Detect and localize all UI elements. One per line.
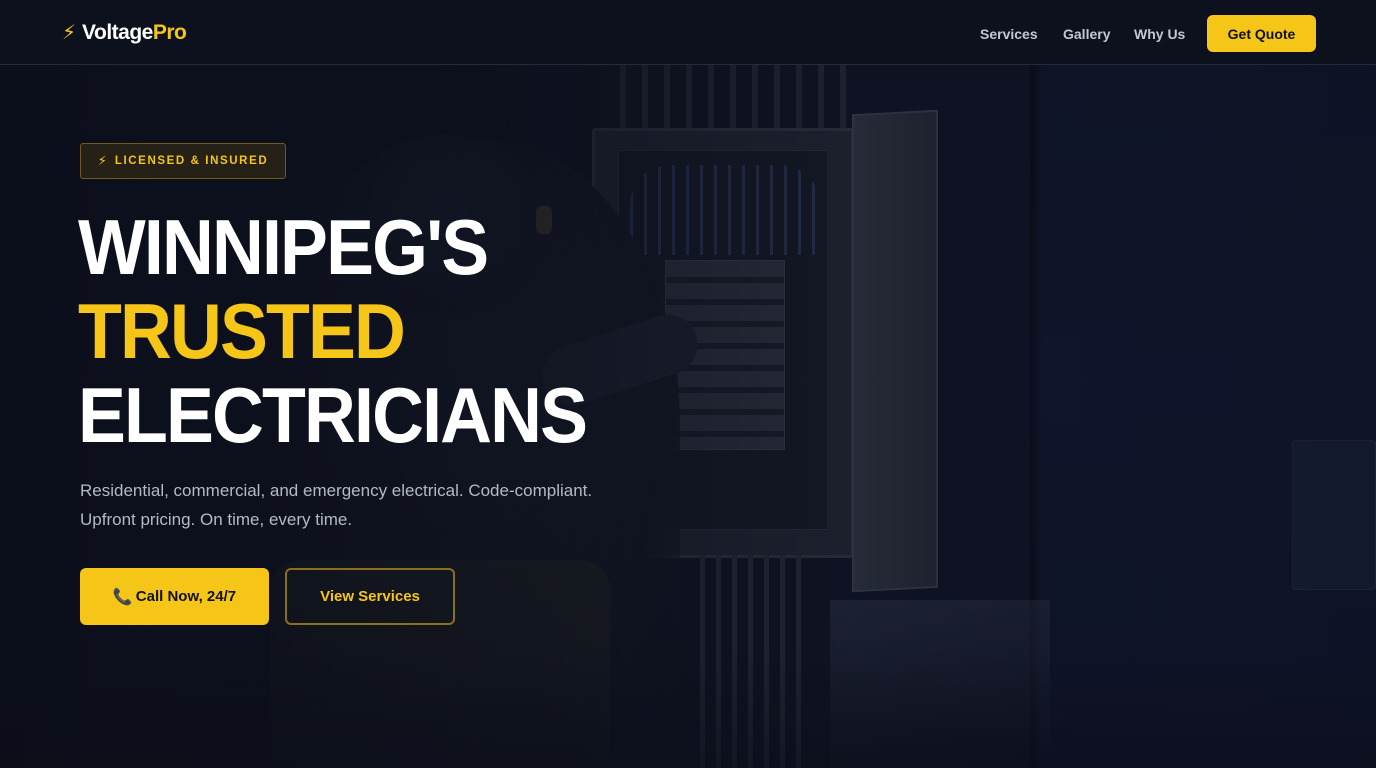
headline-line-1: WINNIPEG'S: [78, 203, 489, 291]
nav-link-why-us[interactable]: Why Us: [1134, 24, 1185, 44]
get-quote-button[interactable]: Get Quote: [1207, 15, 1316, 52]
call-now-label: Call Now, 24/7: [135, 588, 237, 605]
call-now-button[interactable]: 📞 Call Now, 24/7: [80, 568, 269, 625]
badge-label: LICENSED & INSURED: [114, 155, 269, 167]
view-services-button[interactable]: View Services: [285, 568, 455, 625]
brand-name-part1: Voltage: [82, 21, 153, 44]
top-navbar: ⚡ Voltage Pro Services Gallery Why Us Ge…: [0, 0, 1376, 65]
brand-name-part2: Pro: [152, 21, 187, 44]
subcopy-line-1: Residential, commercial, and emergency e…: [80, 481, 593, 500]
phone-icon: 📞: [112, 588, 133, 606]
subcopy-line-2: Upfront pricing. On time, every time.: [80, 510, 353, 529]
lightning-bolt-icon: ⚡: [97, 153, 107, 168]
headline-line-2: TRUSTED: [78, 287, 406, 375]
headline-line-3: ELECTRICIANS: [78, 371, 588, 459]
hero-headline: WINNIPEG'S TRUSTED ELECTRICIANS: [78, 203, 588, 459]
hero-subcopy: Residential, commercial, and emergency e…: [80, 476, 640, 534]
licensed-insured-badge: ⚡ LICENSED & INSURED: [80, 143, 286, 179]
nav-link-gallery[interactable]: Gallery: [1063, 24, 1110, 44]
landing-page: ⚡ Voltage Pro Services Gallery Why Us Ge…: [0, 0, 1376, 768]
nav-link-services[interactable]: Services: [980, 24, 1038, 44]
brand-logo[interactable]: ⚡ Voltage Pro: [62, 18, 187, 48]
lightning-bolt-icon: ⚡: [62, 22, 77, 44]
